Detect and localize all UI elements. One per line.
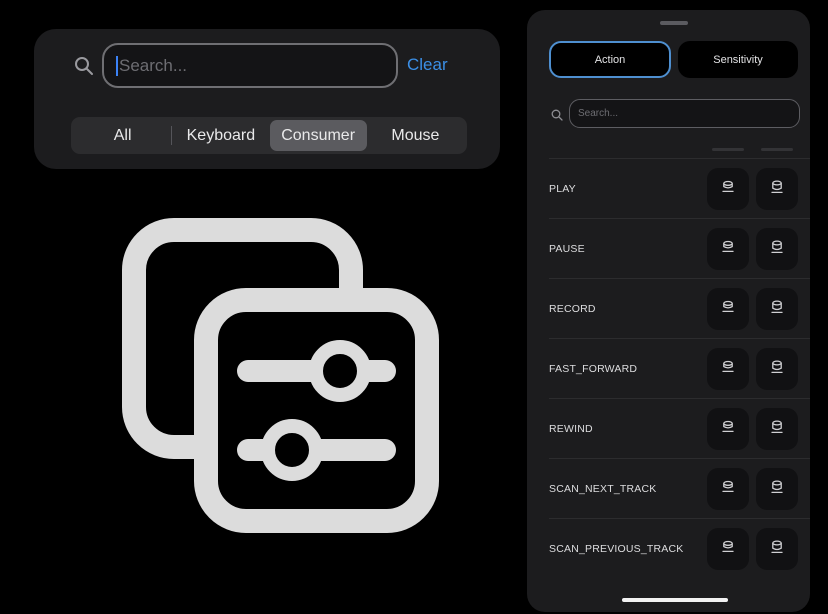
button-press-icon [721,300,735,319]
segment-all[interactable]: All [74,120,171,151]
action-list: PLAY PAUSE RECORD FAST_FORWARD REWIND SC… [549,158,810,578]
release-button[interactable] [756,408,798,450]
search-icon [74,56,94,76]
category-segmented-control: All Keyboard Consumer Mouse [71,117,467,154]
tab-sensitivity[interactable]: Sensitivity [678,41,798,78]
action-label: PAUSE [549,242,585,255]
action-label: FAST_FORWARD [549,362,638,375]
button-release-icon [770,479,784,499]
action-label: SCAN_PREVIOUS_TRACK [549,542,684,555]
action-row: PAUSE [549,218,810,278]
button-release-icon [770,239,784,259]
segment-consumer[interactable]: Consumer [269,120,367,151]
button-release-icon [770,359,784,379]
action-row: PLAY [549,158,810,218]
segment-keyboard[interactable]: Keyboard [172,120,269,151]
release-button[interactable] [756,288,798,330]
button-press-icon [721,420,735,439]
press-button[interactable] [707,228,749,270]
release-button[interactable] [756,348,798,390]
text-caret [116,55,118,76]
home-indicator [622,598,728,602]
release-button[interactable] [756,468,798,510]
action-row: SCAN_PREVIOUS_TRACK [549,518,810,578]
button-press-icon [721,540,735,559]
search-placeholder: Search... [119,55,188,75]
button-release-icon [770,299,784,319]
button-release-icon [770,179,784,199]
column-header [761,148,793,151]
phone-sheet: Action Sensitivity Search... PLAY PAUSE … [527,10,810,612]
action-row: FAST_FORWARD [549,338,810,398]
release-button[interactable] [756,528,798,570]
action-row: SCAN_NEXT_TRACK [549,458,810,518]
search-input[interactable]: Search... [102,43,398,88]
tab-action[interactable]: Action [549,41,671,78]
release-button[interactable] [756,228,798,270]
release-button[interactable] [756,168,798,210]
action-label: RECORD [549,302,596,315]
column-header [712,148,744,151]
stage: Search... Clear All Keyboard Consumer Mo… [0,0,828,614]
button-release-icon [770,539,784,559]
press-button[interactable] [707,288,749,330]
button-press-icon [721,360,735,379]
search-panel: Search... Clear All Keyboard Consumer Mo… [34,29,500,169]
press-button[interactable] [707,468,749,510]
button-press-icon [721,180,735,199]
search-placeholder: Search... [578,108,619,119]
sheet-grabber[interactable] [660,21,688,25]
press-button[interactable] [707,168,749,210]
button-release-icon [770,419,784,439]
action-row: REWIND [549,398,810,458]
sliders-copy-icon [118,214,444,536]
search-icon [551,108,563,121]
press-button[interactable] [707,528,749,570]
button-press-icon [721,480,735,499]
action-row: RECORD [549,278,810,338]
button-press-icon [721,240,735,259]
segment-mouse[interactable]: Mouse [367,120,464,151]
press-button[interactable] [707,408,749,450]
action-search-input[interactable]: Search... [569,99,800,128]
press-button[interactable] [707,348,749,390]
clear-button[interactable]: Clear [407,55,448,75]
action-label: REWIND [549,422,593,435]
action-label: PLAY [549,182,576,195]
action-label: SCAN_NEXT_TRACK [549,482,657,495]
